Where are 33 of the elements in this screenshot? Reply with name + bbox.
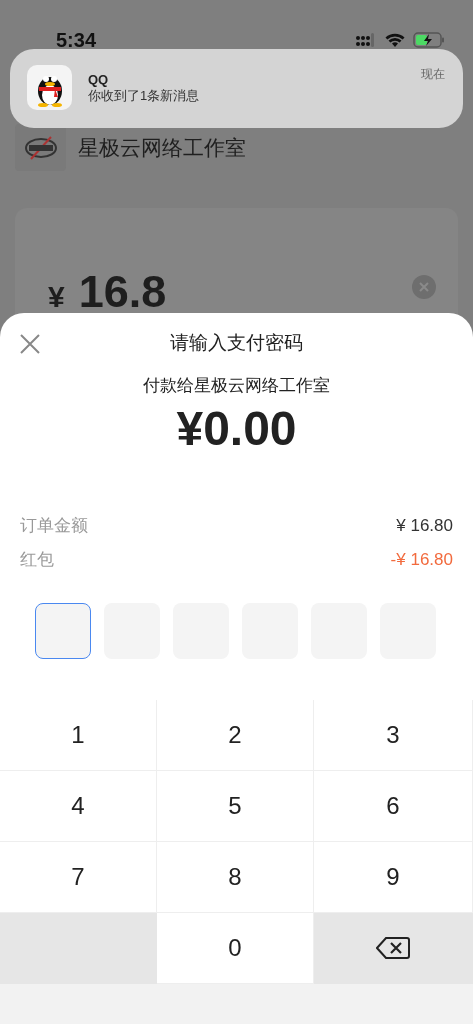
line-label: 订单金额 [20,514,88,537]
currency-symbol: ¥ [48,279,65,315]
keypad-key[interactable]: 0 [157,913,314,984]
backspace-icon [376,936,410,960]
password-digit-field[interactable] [35,602,91,659]
keypad-key[interactable]: 5 [157,771,314,842]
close-button[interactable] [18,331,42,355]
keypad-key[interactable]: 3 [314,700,473,771]
keypad-key[interactable]: 6 [314,771,473,842]
keypad-key[interactable]: 4 [0,771,157,842]
keypad-key[interactable]: 2 [157,700,314,771]
delete-key[interactable] [314,913,473,984]
wifi-icon [385,32,405,48]
notification-message: 你收到了1条新消息 [88,88,201,104]
penguin-icon [27,65,72,110]
total-amount: ¥0.00 [176,401,297,455]
keypad-key[interactable]: 9 [314,842,473,913]
payee-text: 付款给星极云网络工作室 [143,376,330,395]
battery-icon [413,32,445,48]
line-label: 红包 [20,548,54,571]
notification-banner[interactable]: QQ 你收到了1条新消息 现在 [10,49,463,128]
logo-icon [15,124,66,171]
notification-time: 现在 [421,66,445,83]
keypad-key[interactable]: 7 [0,842,157,913]
clear-icon[interactable] [412,274,436,299]
keypad-key[interactable]: 1 [0,700,157,771]
merchant-name: 星极云网络工作室 [78,134,246,161]
line-value: -¥ 16.80 [390,548,453,571]
signal-icon [355,32,377,48]
sheet-title: 请输入支付密码 [170,330,303,355]
keypad-key[interactable]: 8 [157,842,314,913]
notification-app-name: QQ [88,72,110,88]
line-value: ¥ 16.80 [396,514,453,537]
